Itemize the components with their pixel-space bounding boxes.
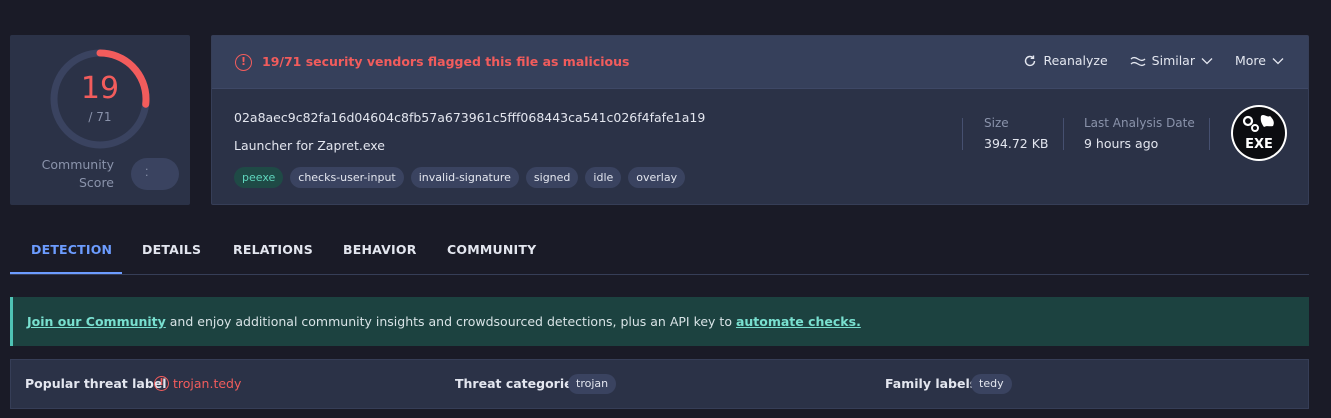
reanalyze-button[interactable]: Reanalyze bbox=[1023, 53, 1108, 68]
family-label-tag[interactable]: tedy bbox=[971, 374, 1012, 394]
threat-categories-label: Threat categories bbox=[455, 376, 581, 391]
community-score-label: Community Score bbox=[41, 157, 114, 190]
join-community-link[interactable]: Join our Community bbox=[27, 314, 166, 329]
file-hash[interactable]: 02a8aec9c82fa16d04604c8fb57a673961c5fff0… bbox=[234, 110, 705, 125]
tab-details[interactable]: DETAILS bbox=[142, 232, 201, 275]
tab-community[interactable]: COMMUNITY bbox=[447, 232, 536, 275]
divider bbox=[1209, 118, 1210, 150]
alert-circle-icon: ! bbox=[154, 376, 169, 391]
last-analysis-value: 9 hours ago bbox=[1084, 136, 1159, 151]
refresh-icon bbox=[1025, 55, 1036, 66]
tag-overlay[interactable]: overlay bbox=[628, 167, 686, 188]
tag-peexe[interactable]: peexe bbox=[234, 167, 284, 188]
similar-label: Similar bbox=[1151, 53, 1195, 68]
size-label: Size bbox=[984, 116, 1009, 130]
file-tags: peexe checks-user-input invalid-signatur… bbox=[234, 167, 686, 188]
tag-checks-user-input[interactable]: checks-user-input bbox=[290, 167, 404, 188]
community-banner: Join our Community and enjoy additional … bbox=[10, 297, 1309, 346]
exe-label: EXE bbox=[1245, 137, 1273, 152]
last-analysis-label: Last Analysis Date bbox=[1084, 116, 1195, 130]
automate-checks-link[interactable]: automate checks. bbox=[736, 314, 861, 329]
divider bbox=[962, 118, 963, 150]
section-tabs: DETECTION DETAILS RELATIONS BEHAVIOR COM… bbox=[10, 232, 1309, 275]
tab-relations[interactable]: RELATIONS bbox=[233, 232, 313, 275]
file-name: Launcher for Zapret.exe bbox=[234, 138, 385, 153]
active-tab-indicator bbox=[10, 272, 122, 274]
malicious-alert-text: 19/71 security vendors flagged this file… bbox=[262, 54, 630, 69]
tag-invalid-signature[interactable]: invalid-signature bbox=[410, 167, 519, 188]
alert-circle-icon: ! bbox=[235, 54, 252, 71]
reanalyze-label: Reanalyze bbox=[1043, 53, 1108, 68]
alert-header: ! 19/71 security vendors flagged this fi… bbox=[212, 36, 1308, 89]
detection-score-panel: 19 / 71 Community Score · · bbox=[10, 35, 190, 205]
size-value: 394.72 KB bbox=[984, 136, 1049, 151]
exe-gears-icon bbox=[1242, 115, 1274, 132]
popular-threat-value[interactable]: trojan.tedy bbox=[173, 376, 241, 391]
similar-icon bbox=[1130, 56, 1146, 66]
more-label: More bbox=[1235, 53, 1266, 68]
banner-text: and enjoy additional community insights … bbox=[165, 314, 736, 329]
divider bbox=[1063, 118, 1064, 150]
threat-category-tag[interactable]: trojan bbox=[568, 374, 617, 394]
file-type-badge: EXE bbox=[1231, 105, 1287, 161]
community-vote-button[interactable]: · · bbox=[131, 158, 179, 190]
more-dropdown[interactable]: More bbox=[1235, 53, 1284, 68]
chevron-down-icon bbox=[1201, 57, 1213, 64]
threat-labels-row: Popular threat label ! trojan.tedy Threa… bbox=[10, 359, 1309, 409]
file-info-panel: ! 19/71 security vendors flagged this fi… bbox=[211, 35, 1309, 205]
popular-threat-label: Popular threat label bbox=[25, 376, 167, 391]
tab-detection[interactable]: DETECTION bbox=[31, 232, 112, 275]
family-labels-label: Family labels bbox=[885, 376, 978, 391]
score-detections: 19 bbox=[80, 71, 120, 106]
score-total: / 71 bbox=[88, 110, 112, 124]
chevron-down-icon bbox=[1272, 57, 1284, 64]
tag-signed[interactable]: signed bbox=[525, 167, 579, 188]
tab-behavior[interactable]: BEHAVIOR bbox=[343, 232, 417, 275]
similar-dropdown[interactable]: Similar bbox=[1130, 53, 1213, 68]
tag-idle[interactable]: idle bbox=[585, 167, 622, 188]
